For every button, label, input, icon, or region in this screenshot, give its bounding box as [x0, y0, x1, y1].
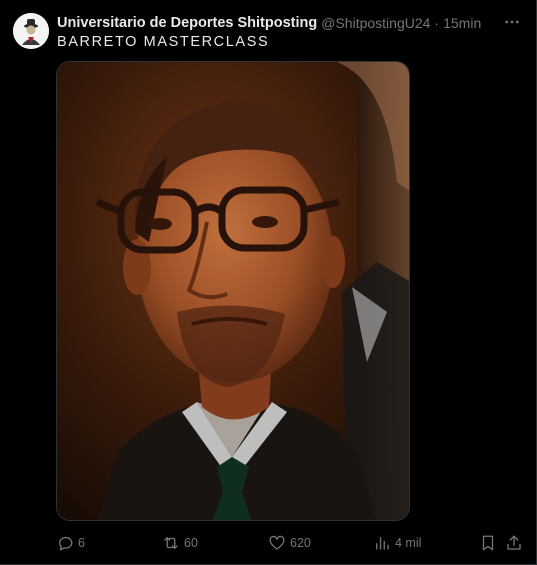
reply-icon — [56, 534, 74, 552]
more-options-icon[interactable] — [502, 12, 522, 32]
reply-count: 6 — [78, 536, 85, 550]
like-button[interactable]: 620 — [268, 531, 311, 555]
author-display-name[interactable]: Universitario de Deportes Shitposting — [57, 15, 317, 31]
retweet-button[interactable]: 60 — [162, 531, 198, 555]
share-button[interactable] — [505, 531, 523, 555]
bookmark-icon — [479, 534, 497, 552]
tweet-header: Universitario de Deportes Shitposting @S… — [57, 13, 481, 33]
share-icon — [505, 534, 523, 552]
reply-button[interactable]: 6 — [56, 531, 85, 555]
views-icon — [373, 534, 391, 552]
retweet-icon — [162, 534, 180, 552]
profile-avatar[interactable] — [13, 13, 49, 49]
separator-dot: · — [434, 15, 440, 31]
tweet-timestamp[interactable]: 15min — [443, 15, 481, 31]
retweet-count: 60 — [184, 536, 198, 550]
views-button[interactable]: 4 mil — [373, 531, 421, 555]
tweet-card[interactable]: Universitario de Deportes Shitposting @S… — [0, 0, 537, 565]
views-count: 4 mil — [395, 536, 422, 550]
tweet-text: BARRETO MASTERCLASS — [57, 34, 270, 50]
tweet-media-photo[interactable] — [56, 61, 410, 521]
like-count: 620 — [290, 536, 311, 550]
tweet-action-bar: 6 60 620 4 mil — [0, 531, 537, 555]
author-handle[interactable]: @ShitpostingU24 — [321, 15, 430, 31]
like-icon — [268, 534, 286, 552]
bookmark-button[interactable] — [479, 531, 497, 555]
